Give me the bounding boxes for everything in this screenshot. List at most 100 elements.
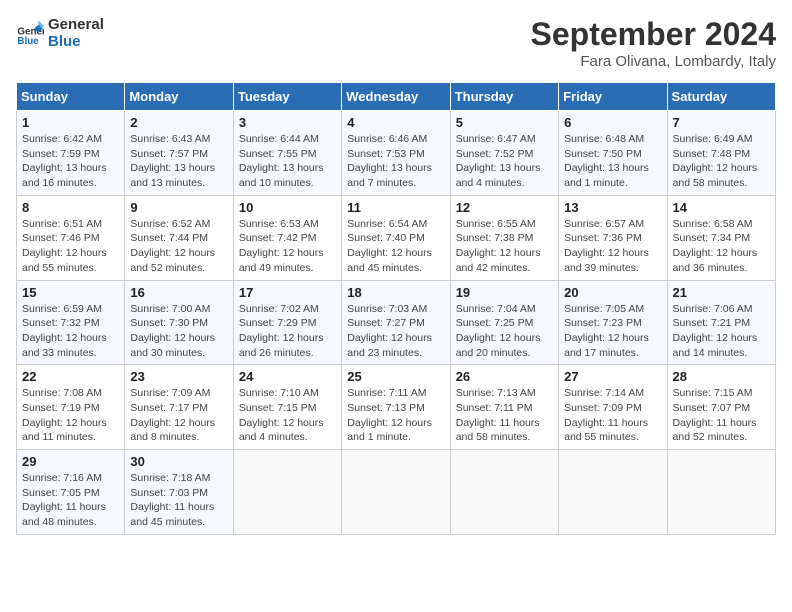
table-cell: 16 Sunrise: 7:00 AMSunset: 7:30 PMDayligh… <box>125 280 233 365</box>
day-detail: Sunrise: 6:53 AMSunset: 7:42 PMDaylight:… <box>239 217 336 276</box>
day-number: 13 <box>564 200 661 215</box>
day-number: 8 <box>22 200 119 215</box>
day-detail: Sunrise: 7:10 AMSunset: 7:15 PMDaylight:… <box>239 386 336 445</box>
day-detail: Sunrise: 7:11 AMSunset: 7:13 PMDaylight:… <box>347 386 444 445</box>
table-cell: 5Sunrise: 6:47 AMSunset: 7:52 PMDaylight… <box>450 111 558 196</box>
day-detail: Sunrise: 6:42 AMSunset: 7:59 PMDaylight:… <box>22 132 119 191</box>
calendar-title: September 2024 <box>531 16 776 53</box>
day-number: 19 <box>456 285 553 300</box>
day-number: 29 <box>22 454 119 469</box>
table-cell: 6 Sunrise: 6:48 AMSunset: 7:50 PMDaylight… <box>559 111 667 196</box>
day-detail: Sunrise: 6:47 AMSunset: 7:52 PMDaylight:… <box>456 132 553 191</box>
day-number: 21 <box>673 285 770 300</box>
calendar-row: 22 Sunrise: 7:08 AMSunset: 7:19 PMDayligh… <box>17 365 776 450</box>
day-detail: Sunrise: 7:13 AMSunset: 7:11 PMDaylight:… <box>456 386 553 445</box>
day-number: 30 <box>130 454 227 469</box>
day-detail: Sunrise: 6:59 AMSunset: 7:32 PMDaylight:… <box>22 302 119 361</box>
table-cell: 26 Sunrise: 7:13 AMSunset: 7:11 PMDayligh… <box>450 365 558 450</box>
day-number: 7 <box>673 115 770 130</box>
svg-text:Blue: Blue <box>17 36 39 47</box>
table-cell: 17Sunrise: 7:02 AMSunset: 7:29 PMDayligh… <box>233 280 341 365</box>
table-cell: 7 Sunrise: 6:49 AMSunset: 7:48 PMDaylight… <box>667 111 775 196</box>
day-number: 23 <box>130 369 227 384</box>
day-number: 22 <box>22 369 119 384</box>
table-cell: 11 Sunrise: 6:54 AMSunset: 7:40 PMDayligh… <box>342 195 450 280</box>
day-detail: Sunrise: 7:05 AMSunset: 7:23 PMDaylight:… <box>564 302 661 361</box>
day-number: 17 <box>239 285 336 300</box>
day-detail: Sunrise: 7:06 AMSunset: 7:21 PMDaylight:… <box>673 302 770 361</box>
table-cell <box>667 450 775 535</box>
table-cell: 29Sunrise: 7:16 AMSunset: 7:05 PMDayligh… <box>17 450 125 535</box>
day-detail: Sunrise: 7:04 AMSunset: 7:25 PMDaylight:… <box>456 302 553 361</box>
table-cell: 14 Sunrise: 6:58 AMSunset: 7:34 PMDayligh… <box>667 195 775 280</box>
table-cell: 27Sunrise: 7:14 AMSunset: 7:09 PMDayligh… <box>559 365 667 450</box>
table-cell <box>450 450 558 535</box>
table-cell: 9 Sunrise: 6:52 AMSunset: 7:44 PMDaylight… <box>125 195 233 280</box>
day-number: 4 <box>347 115 444 130</box>
calendar-row: 29Sunrise: 7:16 AMSunset: 7:05 PMDayligh… <box>17 450 776 535</box>
calendar-row: 15 Sunrise: 6:59 AMSunset: 7:32 PMDayligh… <box>17 280 776 365</box>
day-number: 26 <box>456 369 553 384</box>
day-number: 10 <box>239 200 336 215</box>
table-cell <box>559 450 667 535</box>
table-cell: 1 Sunrise: 6:42 AMSunset: 7:59 PMDaylight… <box>17 111 125 196</box>
table-cell: 15 Sunrise: 6:59 AMSunset: 7:32 PMDayligh… <box>17 280 125 365</box>
day-number: 3 <box>239 115 336 130</box>
table-cell: 3 Sunrise: 6:44 AMSunset: 7:55 PMDaylight… <box>233 111 341 196</box>
day-number: 14 <box>673 200 770 215</box>
table-cell: 13 Sunrise: 6:57 AMSunset: 7:36 PMDayligh… <box>559 195 667 280</box>
day-detail: Sunrise: 6:44 AMSunset: 7:55 PMDaylight:… <box>239 132 336 191</box>
col-tuesday: Tuesday <box>233 83 341 111</box>
table-cell: 4 Sunrise: 6:46 AMSunset: 7:53 PMDaylight… <box>342 111 450 196</box>
logo-general: General <box>48 16 104 33</box>
day-detail: Sunrise: 6:58 AMSunset: 7:34 PMDaylight:… <box>673 217 770 276</box>
table-cell <box>233 450 341 535</box>
table-cell: 21 Sunrise: 7:06 AMSunset: 7:21 PMDayligh… <box>667 280 775 365</box>
calendar-table: Sunday Monday Tuesday Wednesday Thursday… <box>16 82 776 535</box>
day-number: 12 <box>456 200 553 215</box>
table-cell: 25 Sunrise: 7:11 AMSunset: 7:13 PMDayligh… <box>342 365 450 450</box>
day-number: 16 <box>130 285 227 300</box>
day-detail: Sunrise: 6:54 AMSunset: 7:40 PMDaylight:… <box>347 217 444 276</box>
calendar-header-row: Sunday Monday Tuesday Wednesday Thursday… <box>17 83 776 111</box>
day-detail: Sunrise: 7:08 AMSunset: 7:19 PMDaylight:… <box>22 386 119 445</box>
day-detail: Sunrise: 6:55 AMSunset: 7:38 PMDaylight:… <box>456 217 553 276</box>
table-cell: 10 Sunrise: 6:53 AMSunset: 7:42 PMDayligh… <box>233 195 341 280</box>
day-detail: Sunrise: 6:52 AMSunset: 7:44 PMDaylight:… <box>130 217 227 276</box>
day-number: 25 <box>347 369 444 384</box>
day-detail: Sunrise: 7:00 AMSunset: 7:30 PMDaylight:… <box>130 302 227 361</box>
day-number: 28 <box>673 369 770 384</box>
day-number: 1 <box>22 115 119 130</box>
day-detail: Sunrise: 6:49 AMSunset: 7:48 PMDaylight:… <box>673 132 770 191</box>
calendar-row: 1 Sunrise: 6:42 AMSunset: 7:59 PMDaylight… <box>17 111 776 196</box>
day-detail: Sunrise: 6:46 AMSunset: 7:53 PMDaylight:… <box>347 132 444 191</box>
table-cell: 2Sunrise: 6:43 AMSunset: 7:57 PMDaylight… <box>125 111 233 196</box>
table-cell: 22 Sunrise: 7:08 AMSunset: 7:19 PMDayligh… <box>17 365 125 450</box>
day-detail: Sunrise: 7:18 AMSunset: 7:03 PMDaylight:… <box>130 471 227 530</box>
day-number: 24 <box>239 369 336 384</box>
col-wednesday: Wednesday <box>342 83 450 111</box>
table-cell: 24 Sunrise: 7:10 AMSunset: 7:15 PMDayligh… <box>233 365 341 450</box>
title-block: September 2024 Fara Olivana, Lombardy, I… <box>531 16 776 70</box>
table-cell: 18 Sunrise: 7:03 AMSunset: 7:27 PMDayligh… <box>342 280 450 365</box>
day-number: 15 <box>22 285 119 300</box>
day-detail: Sunrise: 6:51 AMSunset: 7:46 PMDaylight:… <box>22 217 119 276</box>
day-number: 11 <box>347 200 444 215</box>
day-number: 6 <box>564 115 661 130</box>
table-cell: 12 Sunrise: 6:55 AMSunset: 7:38 PMDayligh… <box>450 195 558 280</box>
logo-blue: Blue <box>48 33 104 50</box>
day-number: 20 <box>564 285 661 300</box>
col-friday: Friday <box>559 83 667 111</box>
calendar-subtitle: Fara Olivana, Lombardy, Italy <box>531 53 776 70</box>
day-detail: Sunrise: 7:15 AMSunset: 7:07 PMDaylight:… <box>673 386 770 445</box>
table-cell: 20 Sunrise: 7:05 AMSunset: 7:23 PMDayligh… <box>559 280 667 365</box>
logo: General Blue General Blue <box>16 16 104 50</box>
day-detail: Sunrise: 7:09 AMSunset: 7:17 PMDaylight:… <box>130 386 227 445</box>
day-detail: Sunrise: 6:48 AMSunset: 7:50 PMDaylight:… <box>564 132 661 191</box>
table-cell <box>342 450 450 535</box>
day-number: 9 <box>130 200 227 215</box>
day-detail: Sunrise: 6:43 AMSunset: 7:57 PMDaylight:… <box>130 132 227 191</box>
day-detail: Sunrise: 7:03 AMSunset: 7:27 PMDaylight:… <box>347 302 444 361</box>
day-detail: Sunrise: 6:57 AMSunset: 7:36 PMDaylight:… <box>564 217 661 276</box>
day-number: 18 <box>347 285 444 300</box>
